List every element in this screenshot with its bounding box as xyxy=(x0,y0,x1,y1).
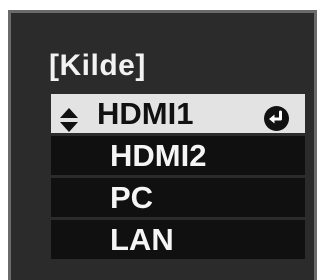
source-item-label: HDMI2 xyxy=(110,138,207,173)
source-item-label: LAN xyxy=(110,222,174,257)
source-item-pc[interactable]: PC xyxy=(51,178,305,217)
up-down-arrows-icon xyxy=(60,102,78,132)
source-item-hdmi2[interactable]: HDMI2 xyxy=(51,136,305,175)
source-item-label: HDMI1 xyxy=(97,96,194,131)
enter-icon xyxy=(264,101,289,131)
source-list: HDMI1 HDMI2 PC LAN xyxy=(51,94,305,262)
source-item-hdmi1[interactable]: HDMI1 xyxy=(51,94,305,133)
source-item-lan[interactable]: LAN xyxy=(51,220,305,259)
source-item-label: PC xyxy=(110,180,154,215)
dialog-title: [Kilde] xyxy=(49,49,146,82)
source-dialog: [Kilde] HDMI1 HDMI2 PC LAN xyxy=(8,10,317,280)
